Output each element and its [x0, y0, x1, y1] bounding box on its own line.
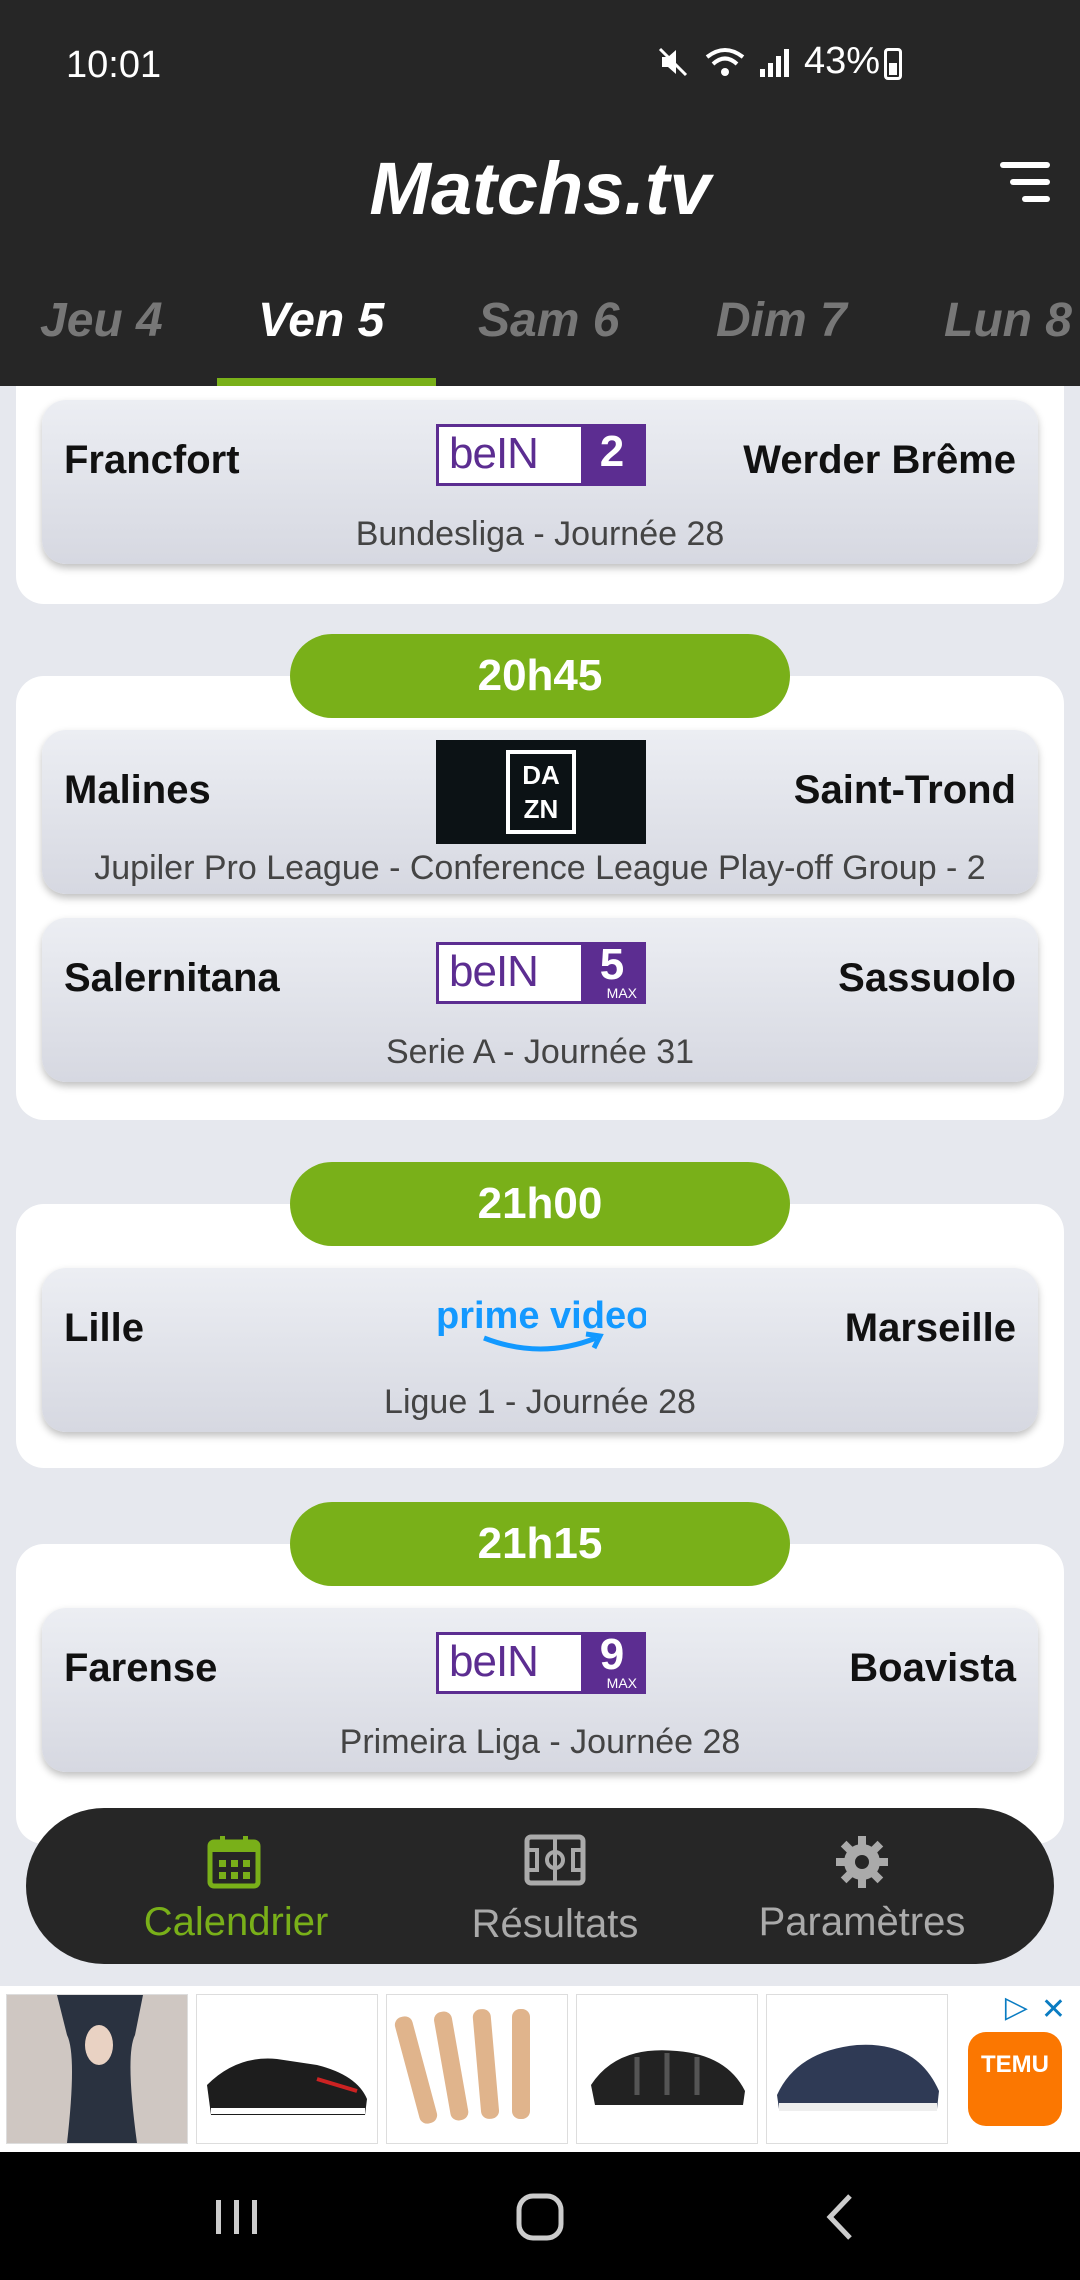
app-title: Matchs.tv	[369, 147, 711, 230]
match-card[interactable]: Francfort beIN 2 Werder Brême Bundesliga…	[42, 400, 1038, 564]
match-card[interactable]: Malines DA ZN Saint-Trond Jupiler Pro Lea…	[42, 730, 1038, 894]
channel-number: 2	[581, 427, 643, 483]
nav-label: Calendrier	[143, 1900, 329, 1944]
active-tab-indicator	[217, 378, 436, 386]
tab-day[interactable]: Dim 7	[716, 290, 847, 386]
match-group: Francfort beIN 2 Werder Brême Bundesliga…	[16, 386, 1064, 604]
ad-product-image[interactable]	[386, 1994, 568, 2144]
home-team: Lille	[64, 1306, 145, 1350]
match-list[interactable]: Francfort beIN 2 Werder Brême Bundesliga…	[0, 386, 1080, 1986]
competition-label: Primeira Liga - Journée 28	[339, 1723, 741, 1761]
match-card[interactable]: Lille prime video Marseille Ligue 1 - Jo…	[42, 1268, 1038, 1432]
ad-product-image[interactable]	[6, 1994, 188, 2144]
status-icons: 43%	[656, 40, 880, 83]
tab-day[interactable]: Jeu 4	[40, 290, 163, 386]
nav-settings[interactable]: Paramètres	[720, 1808, 1004, 1964]
filter-icon[interactable]	[994, 162, 1050, 206]
ad-brand: TEMU	[981, 2051, 1049, 2078]
calendar-icon	[207, 1836, 261, 1889]
home-team: Francfort	[64, 438, 240, 482]
bottom-navigation: Calendrier Résultats Paramètres	[26, 1808, 1054, 1964]
day-tabs: Jeu 4 Ven 5 Sam 6 Dim 7 Lun 8	[0, 290, 1080, 386]
temu-logo[interactable]: TEMU	[968, 2032, 1062, 2126]
mute-icon	[658, 47, 687, 76]
ad-product-image[interactable]	[766, 1994, 948, 2144]
competition-label: Ligue 1 - Journée 28	[384, 1383, 696, 1421]
away-team: Saint-Trond	[793, 768, 1016, 812]
match-group: Farense beIN 9 MAX Boavista Primeira Lig…	[16, 1544, 1064, 1844]
signal-icon	[759, 48, 789, 77]
home-team: Malines	[64, 768, 211, 812]
competition-label: Serie A - Journée 31	[385, 1033, 695, 1071]
nav-label: Résultats	[471, 1902, 639, 1946]
home-team: Salernitana	[64, 956, 280, 1000]
pitch-icon	[524, 1834, 586, 1886]
status-time: 10:01	[66, 44, 162, 86]
app-header: 10:01 43% Matchs.tv Jeu 4 Ven 5 Sam 6 Di…	[0, 0, 1080, 386]
nav-calendar[interactable]: Calendrier	[106, 1808, 366, 1964]
svg-text:prime video: prime video	[436, 1295, 646, 1337]
tab-day[interactable]: Sam 6	[478, 290, 619, 386]
adchoices-icon[interactable]: ▷	[1005, 1990, 1028, 2025]
competition-label: Bundesliga - Journée 28	[355, 515, 725, 553]
gear-icon	[836, 1836, 888, 1888]
ad-banner[interactable]: TEMU ▷ ✕	[0, 1986, 1080, 2152]
system-navigation-bar	[0, 2152, 1080, 2280]
recent-apps-icon[interactable]	[202, 2182, 272, 2252]
ad-product-image[interactable]	[196, 1994, 378, 2144]
away-team: Sassuolo	[838, 956, 1016, 1000]
match-card[interactable]: Salernitana beIN 5 MAX Sassuolo Serie A …	[42, 918, 1038, 1082]
battery-percent: 43%	[803, 40, 880, 82]
kickoff-time: 20h45	[290, 634, 790, 718]
wifi-icon	[705, 47, 745, 76]
kickoff-time: 21h15	[290, 1502, 790, 1586]
nav-results[interactable]: Résultats	[420, 1808, 690, 1964]
away-team: Boavista	[849, 1646, 1016, 1690]
tab-day[interactable]: Lun 8	[944, 290, 1072, 386]
home-team: Farense	[64, 1646, 218, 1690]
nav-label: Paramètres	[758, 1900, 966, 1944]
match-card[interactable]: Farense beIN 9 MAX Boavista Primeira Lig…	[42, 1608, 1038, 1772]
dazn-logo: DA ZN	[436, 740, 646, 844]
channel-suffix: MAX	[606, 1675, 637, 1691]
kickoff-time: 21h00	[290, 1162, 790, 1246]
home-icon[interactable]	[505, 2182, 575, 2252]
back-icon[interactable]	[806, 2182, 876, 2252]
bein-sports-logo: beIN 2	[436, 424, 646, 486]
close-icon[interactable]: ✕	[1041, 1992, 1066, 2027]
away-team: Marseille	[844, 1306, 1016, 1350]
tab-day-active[interactable]: Ven 5	[258, 290, 384, 386]
ad-product-image[interactable]	[576, 1994, 758, 2144]
competition-label: Jupiler Pro League - Conference League P…	[94, 849, 986, 887]
battery-icon	[884, 48, 902, 80]
prime-video-logo: prime video	[436, 1290, 649, 1360]
channel-suffix: MAX	[606, 985, 637, 1001]
match-group: Malines DA ZN Saint-Trond Jupiler Pro Lea…	[16, 676, 1064, 1120]
away-team: Werder Brême	[743, 438, 1016, 482]
bein-sports-logo: beIN 9 MAX	[436, 1632, 646, 1694]
bein-sports-logo: beIN 5 MAX	[436, 942, 646, 1004]
